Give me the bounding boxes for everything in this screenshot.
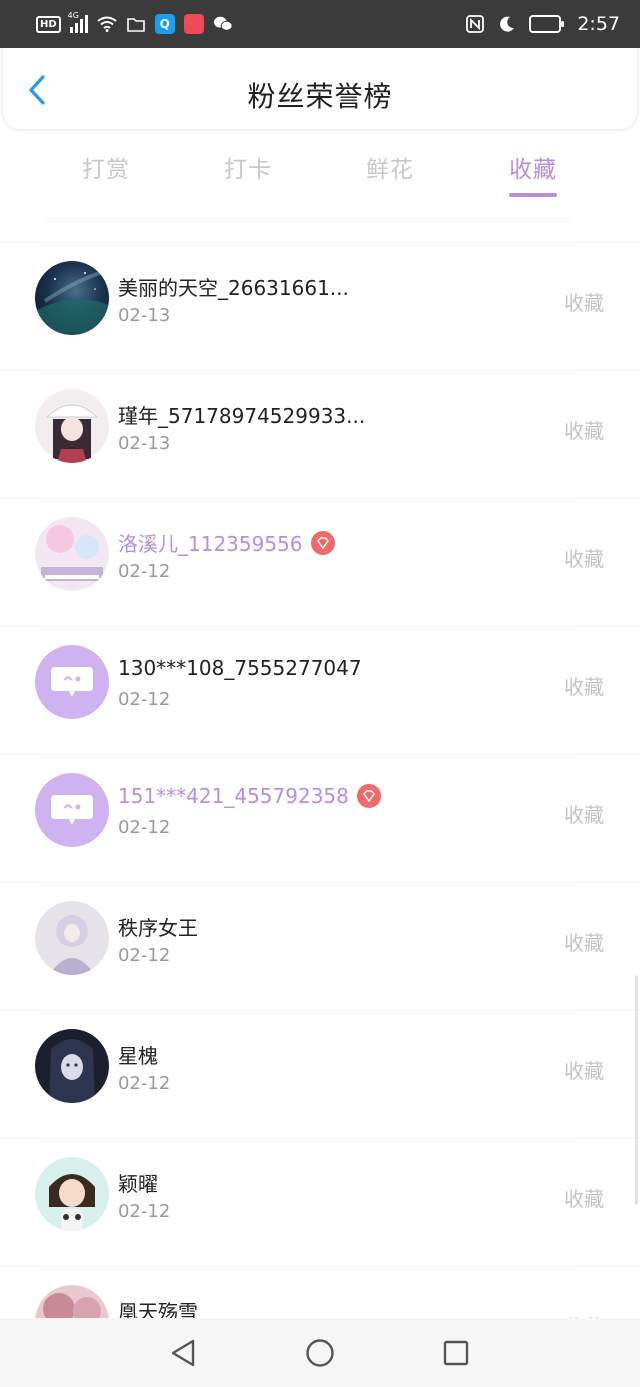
active-tab-indicator [509,193,557,197]
tab-favorites[interactable]: 收藏 [493,150,573,197]
fan-date: 02-12 [118,561,171,582]
fan-name: 凰天殇雪 [118,1300,198,1318]
list-item[interactable]: 美丽的天空_26631661... 02-13 收藏 [0,242,640,370]
search-app-icon: Q [154,14,175,34]
battery-icon [529,15,565,33]
avatar [35,1285,109,1318]
list-item[interactable]: 130***108_7555277047 02-12 收藏 [0,626,640,754]
list-item[interactable]: 洛溪儿_112359556 02-12 收藏 [0,498,640,626]
fan-name: 秩序女王 [118,916,198,940]
avatar [35,517,109,591]
fan-date: 02-12 [118,817,171,838]
avatar [35,1157,109,1231]
clock-time: 2:57 [577,13,620,35]
tab-tip[interactable]: 打赏 [66,150,146,184]
nav-home-button[interactable] [305,1338,335,1368]
fan-name: 瑾年_57178974529933... [118,404,366,428]
fan-date: 02-13 [118,305,171,326]
action-label: 收藏 [564,931,604,955]
scrollbar[interactable] [635,975,638,1205]
avatar [35,773,109,847]
chat-bubble-icon [51,667,93,697]
action-label: 收藏 [564,547,604,571]
action-label: 收藏 [564,803,604,827]
book-app-icon [183,14,204,34]
hd-badge: HD [36,15,61,33]
fan-name: 颖曜 [118,1172,158,1196]
circle-home-icon [306,1339,334,1367]
action-label: 收藏 [564,1311,604,1318]
tab-bar: 打赏 打卡 鲜花 收藏 [0,140,640,200]
fan-name: 星槐 [118,1044,158,1068]
cellular-signal-icon: 4G [68,11,88,33]
chat-bubble-icon [51,795,93,825]
fan-name: 美丽的天空_26631661... [118,276,349,300]
action-label: 收藏 [564,419,604,443]
fan-date: 02-12 [118,1201,171,1222]
system-nav-bar [0,1318,640,1387]
action-label: 收藏 [564,291,604,315]
fan-date: 02-12 [118,689,171,710]
fan-date: 02-13 [118,433,171,454]
action-label: 收藏 [564,1059,604,1083]
nav-back-button[interactable] [168,1338,198,1368]
status-bar: HD 4G Q 2:57 [0,0,640,48]
avatar [35,389,109,463]
avatar [35,901,109,975]
list-item[interactable]: 星槐 02-12 收藏 [0,1010,640,1138]
fan-name: 130***108_7555277047 [118,656,362,680]
nav-recents-button[interactable] [441,1338,471,1368]
action-label: 收藏 [564,675,604,699]
fan-date: 02-12 [118,945,171,966]
folder-icon [126,14,146,34]
diamond-vip-icon [356,784,381,808]
list-item[interactable]: 瑾年_57178974529933... 02-13 收藏 [0,370,640,498]
fan-date: 02-12 [118,1073,171,1094]
nfc-icon [465,14,485,34]
fan-list[interactable]: 美丽的天空_26631661... 02-13 收藏 瑾年_5717897452… [0,218,640,1318]
list-item[interactable]: 凰天殇雪 收藏 [0,1266,640,1318]
list-item[interactable]: 秩序女王 02-12 收藏 [0,882,640,1010]
diamond-vip-icon [310,530,335,555]
triangle-back-icon [171,1339,195,1367]
fan-name: 151***421_455792358 [118,784,381,808]
avatar [35,1029,109,1103]
wifi-icon [97,14,117,34]
fan-name: 洛溪儿_112359556 [118,528,335,557]
avatar [35,645,109,719]
list-item[interactable]: 151***421_455792358 02-12 收藏 [0,754,640,882]
list-item[interactable]: 颖曜 02-12 收藏 [0,1138,640,1266]
action-label: 收藏 [564,1187,604,1211]
tab-flowers[interactable]: 鲜花 [350,150,430,184]
moon-icon [497,14,517,34]
page-title: 粉丝荣誉榜 [247,80,393,113]
avatar [35,261,109,335]
tab-checkin[interactable]: 打卡 [208,150,288,184]
header: 粉丝荣誉榜 [2,48,638,130]
square-recents-icon [443,1340,469,1366]
wechat-icon [213,14,233,34]
